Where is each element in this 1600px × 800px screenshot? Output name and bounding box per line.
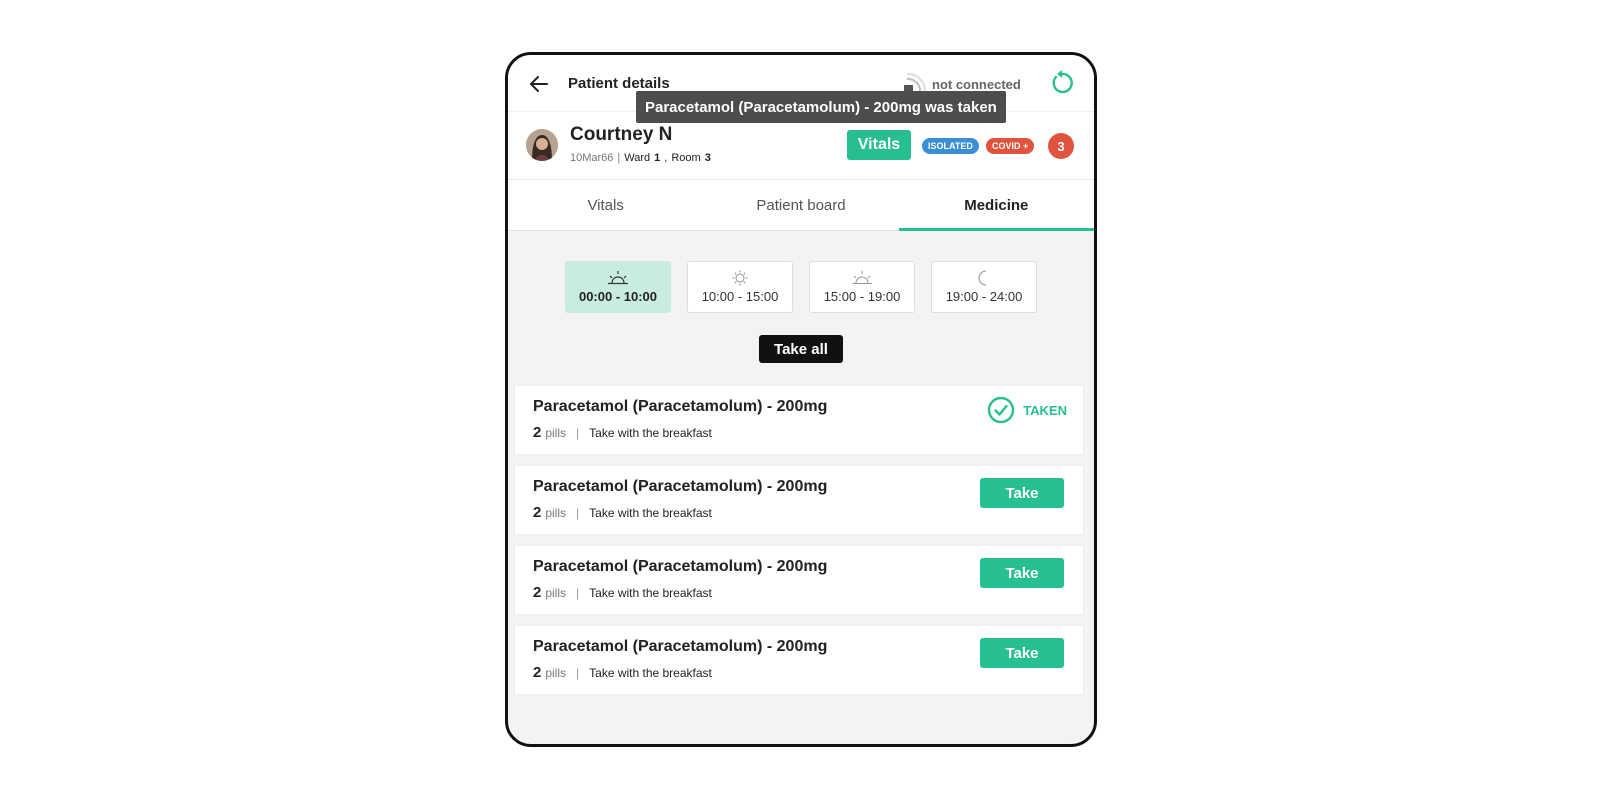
time-slot-afternoon[interactable]: 15:00 - 19:00 — [809, 261, 915, 313]
page-title: Patient details — [568, 75, 670, 92]
medicine-meta: 2 pills | Take with the breakfast — [533, 664, 712, 681]
connection-status-text: not connected — [932, 76, 1021, 92]
tab-patient-board[interactable]: Patient board — [703, 180, 898, 230]
medicine-instruction: Take with the breakfast — [589, 505, 712, 520]
tab-medicine[interactable]: Medicine — [898, 180, 1094, 231]
medicine-name: Paracetamol (Paracetamolum) - 200mg — [533, 558, 828, 575]
patient-dob: 10Mar66 — [570, 152, 614, 164]
meta-separator: | — [576, 665, 580, 680]
tab-bar: Vitals Patient board Medicine — [508, 179, 1094, 231]
tab-vitals[interactable]: Vitals — [508, 180, 703, 230]
meta-separator: | — [617, 152, 621, 164]
alert-count-badge[interactable]: 3 — [1048, 133, 1074, 159]
medicine-meta: 2 pills | Take with the breakfast — [533, 504, 712, 521]
pill-unit: pills — [545, 505, 567, 520]
back-arrow-icon[interactable] — [528, 73, 550, 95]
toast-notification: Paracetamol (Paracetamolum) - 200mg was … — [636, 91, 1006, 123]
sun-icon — [732, 270, 748, 286]
take-all-button[interactable]: Take all — [759, 335, 843, 363]
medicine-name: Paracetamol (Paracetamolum) - 200mg — [533, 478, 828, 495]
meta-separator: | — [576, 425, 580, 440]
medicine-name: Paracetamol (Paracetamolum) - 200mg — [533, 398, 828, 415]
pill-count: 2 — [533, 664, 542, 681]
vitals-button[interactable]: Vitals — [847, 130, 911, 160]
medicine-list: Paracetamol (Paracetamolum) - 200mg 2 pi… — [514, 385, 1084, 705]
take-button[interactable]: Take — [980, 478, 1064, 508]
medicine-instruction: Take with the breakfast — [589, 425, 712, 440]
avatar-image — [526, 129, 558, 161]
pill-count: 2 — [533, 424, 542, 441]
time-slot-label: 00:00 - 10:00 — [578, 289, 658, 304]
ward-number: 1 — [654, 152, 661, 164]
room-number: 3 — [704, 152, 711, 164]
patient-name: Courtney N — [570, 124, 673, 145]
taken-label: TAKEN — [1023, 402, 1067, 418]
medicine-name: Paracetamol (Paracetamolum) - 200mg — [533, 638, 828, 655]
time-slot-midday[interactable]: 10:00 - 15:00 — [687, 261, 793, 313]
sunrise-icon — [608, 271, 628, 285]
check-circle-icon — [987, 396, 1015, 424]
comma: , — [664, 152, 668, 164]
room-label: Room — [671, 152, 701, 164]
pill-unit: pills — [545, 585, 567, 600]
pill-unit: pills — [545, 665, 567, 680]
medicine-card: Paracetamol (Paracetamolum) - 200mg 2 pi… — [514, 625, 1084, 695]
meta-separator: | — [576, 505, 580, 520]
taken-status: TAKEN — [987, 396, 1067, 424]
time-slot-label: 19:00 - 24:00 — [945, 289, 1023, 304]
avatar — [526, 129, 558, 161]
take-button[interactable]: Take — [980, 638, 1064, 668]
time-slot-label: 10:00 - 15:00 — [701, 289, 779, 304]
patient-meta: 10Mar66 | Ward 1, Room 3 — [570, 152, 711, 164]
time-slot-selector: 00:00 - 10:00 10:00 - 15:00 15:00 - 19:0… — [565, 261, 1037, 313]
moon-icon — [978, 270, 987, 286]
medicine-instruction: Take with the breakfast — [589, 585, 712, 600]
medicine-instruction: Take with the breakfast — [589, 665, 712, 680]
medicine-meta: 2 pills | Take with the breakfast — [533, 584, 712, 601]
refresh-icon[interactable] — [1048, 69, 1076, 97]
medicine-card: Paracetamol (Paracetamolum) - 200mg 2 pi… — [514, 465, 1084, 535]
pill-count: 2 — [533, 504, 542, 521]
pill-unit: pills — [545, 425, 567, 440]
tablet-frame: Patient details not connected Paracetamo… — [505, 52, 1097, 747]
medicine-card: Paracetamol (Paracetamolum) - 200mg 2 pi… — [514, 545, 1084, 615]
pill-count: 2 — [533, 584, 542, 601]
covid-badge: COVID + — [986, 138, 1035, 154]
time-slot-morning[interactable]: 00:00 - 10:00 — [565, 261, 671, 313]
take-button[interactable]: Take — [980, 558, 1064, 588]
ward-label: Ward — [624, 152, 651, 164]
time-slot-evening[interactable]: 19:00 - 24:00 — [931, 261, 1037, 313]
sunset-icon — [852, 271, 872, 285]
medicine-meta: 2 pills | Take with the breakfast — [533, 424, 712, 441]
meta-separator: | — [576, 585, 580, 600]
medicine-card: Paracetamol (Paracetamolum) - 200mg 2 pi… — [514, 385, 1084, 455]
isolated-badge: ISOLATED — [922, 138, 979, 154]
time-slot-label: 15:00 - 19:00 — [823, 289, 901, 304]
